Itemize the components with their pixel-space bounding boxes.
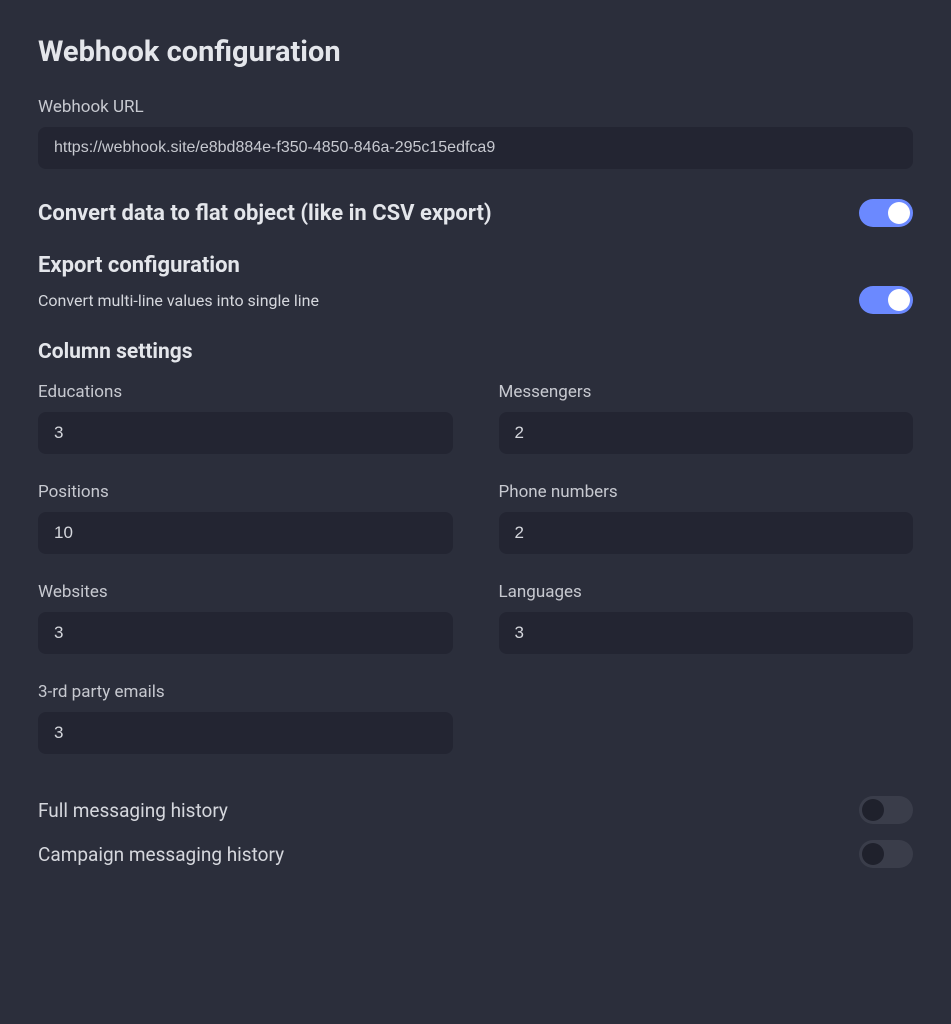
flat-object-label: Convert data to flat object (like in CSV… [38,201,492,226]
third-party-emails-input[interactable] [38,712,453,754]
toggle-knob [862,799,884,821]
educations-label: Educations [38,382,453,402]
third-party-emails-label: 3-rd party emails [38,682,453,702]
campaign-history-toggle[interactable] [859,840,913,868]
column-settings-grid: Educations Messengers Positions Phone nu… [38,382,913,754]
positions-label: Positions [38,482,453,502]
webhook-url-label: Webhook URL [38,97,913,117]
webhook-url-input[interactable] [38,127,913,169]
full-history-label: Full messaging history [38,799,228,822]
column-settings-title: Column settings [38,340,913,364]
toggle-knob [862,843,884,865]
multiline-label: Convert multi-line values into single li… [38,291,319,310]
flat-object-toggle[interactable] [859,199,913,227]
positions-input[interactable] [38,512,453,554]
full-history-toggle[interactable] [859,796,913,824]
campaign-history-label: Campaign messaging history [38,843,284,866]
toggle-knob [888,289,910,311]
export-config-title: Export configuration [38,253,913,278]
page-title: Webhook configuration [38,35,913,69]
languages-input[interactable] [499,612,914,654]
educations-input[interactable] [38,412,453,454]
websites-input[interactable] [38,612,453,654]
languages-label: Languages [499,582,914,602]
phone-numbers-input[interactable] [499,512,914,554]
websites-label: Websites [38,582,453,602]
toggle-knob [888,202,910,224]
messengers-input[interactable] [499,412,914,454]
phone-numbers-label: Phone numbers [499,482,914,502]
multiline-toggle[interactable] [859,286,913,314]
messengers-label: Messengers [499,382,914,402]
